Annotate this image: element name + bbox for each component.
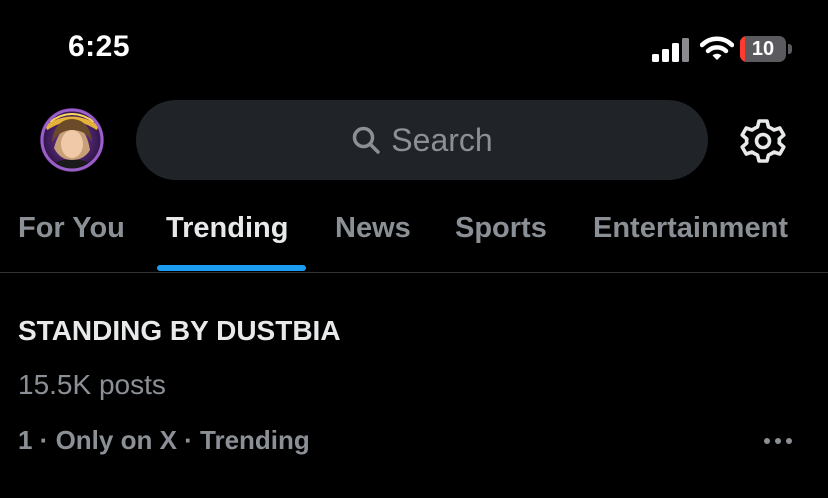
settings-button[interactable]: [738, 116, 788, 166]
status-time: 6:25: [68, 30, 131, 63]
cellular-signal-icon: [652, 38, 689, 62]
wifi-icon: [700, 36, 734, 60]
trend-meta: 1 · Only on X · Trending: [18, 425, 310, 455]
battery-body: 10: [740, 36, 786, 62]
search-inner: Search: [136, 100, 708, 180]
gear-icon: [740, 119, 786, 163]
status-bar: 6:25 10: [0, 0, 828, 100]
tab-for-you[interactable]: For You: [18, 206, 125, 250]
search-icon: [353, 126, 381, 154]
tab-entertainment[interactable]: Entertainment: [593, 206, 788, 250]
more-horizontal-icon: [764, 438, 792, 444]
tab-news[interactable]: News: [335, 206, 411, 250]
battery-level: 10: [751, 38, 775, 60]
avatar-image: [40, 108, 104, 172]
battery-tip: [788, 44, 792, 54]
active-tab-indicator: [157, 265, 306, 271]
tab-trending[interactable]: Trending: [166, 206, 288, 250]
profile-avatar[interactable]: [40, 108, 104, 172]
trend-title: STANDING BY DUSTBIA: [18, 315, 341, 346]
more-options-button[interactable]: [760, 429, 796, 453]
trend-list-item[interactable]: STANDING BY DUSTBIA 15.5K posts 1 · Only…: [0, 273, 828, 498]
battery-indicator: 10: [740, 36, 794, 64]
tab-sports[interactable]: Sports: [455, 206, 547, 250]
trend-post-count: 15.5K posts: [18, 369, 166, 400]
search-bar[interactable]: Search: [136, 100, 708, 180]
explore-tabs: For You Trending News Sports Entertainme…: [0, 196, 828, 272]
search-placeholder: Search: [391, 121, 493, 158]
